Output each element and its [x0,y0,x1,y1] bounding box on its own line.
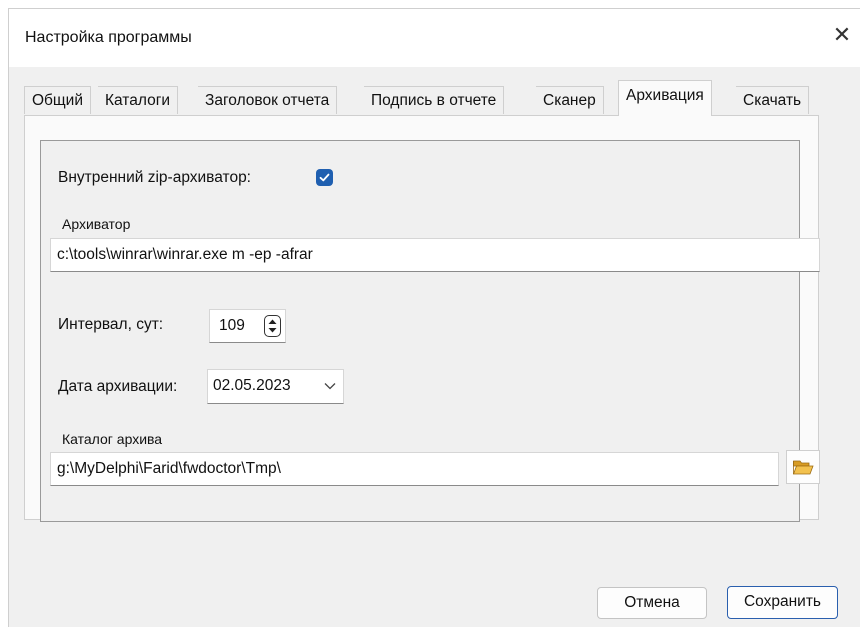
save-button[interactable]: Сохранить [727,586,838,619]
tab-report-header[interactable]: Заголовок отчета [198,86,338,114]
archive-date-label: Дата архивации: [58,378,178,395]
interval-label: Интервал, сут: [58,316,164,333]
zip-archiver-checkbox[interactable] [316,169,333,186]
checkmark-icon [319,173,330,182]
interval-spinbox[interactable]: 109 [209,309,286,343]
tab-scanner[interactable]: Сканер [536,86,604,114]
archive-catalog-label: Каталог архива [62,431,163,447]
archiver-label: Архиватор [62,216,131,232]
tab-download[interactable]: Скачать [736,86,810,114]
tab-archiving[interactable]: Архивация [618,80,712,116]
zip-archiver-label: Внутренний zip-архиватор: [58,169,251,186]
cancel-button[interactable]: Отмена [597,587,707,619]
archive-catalog-input[interactable]: g:\MyDelphi\Farid\fwdoctor\Tmp\ [50,452,779,486]
archive-date-picker[interactable]: 02.05.2023 [207,369,344,404]
title-bar: Настройка программы ✕ [9,9,860,67]
tab-report-signature[interactable]: Подпись в отчете [364,86,505,114]
folder-open-icon [792,460,814,475]
browse-folder-button[interactable] [786,450,820,484]
tab-catalogs[interactable]: Каталоги [98,86,179,114]
close-icon[interactable]: ✕ [827,21,857,51]
chevron-down-icon[interactable] [323,380,337,392]
interval-value: 109 [219,317,245,334]
spin-arrows-icon[interactable] [264,315,281,337]
archiver-input[interactable]: c:\tools\winrar\winrar.exe m -ep -afrar [50,238,820,272]
tab-general[interactable]: Общий [24,86,92,114]
archive-date-value: 02.05.2023 [213,377,291,394]
dialog-title: Настройка программы [25,29,192,46]
